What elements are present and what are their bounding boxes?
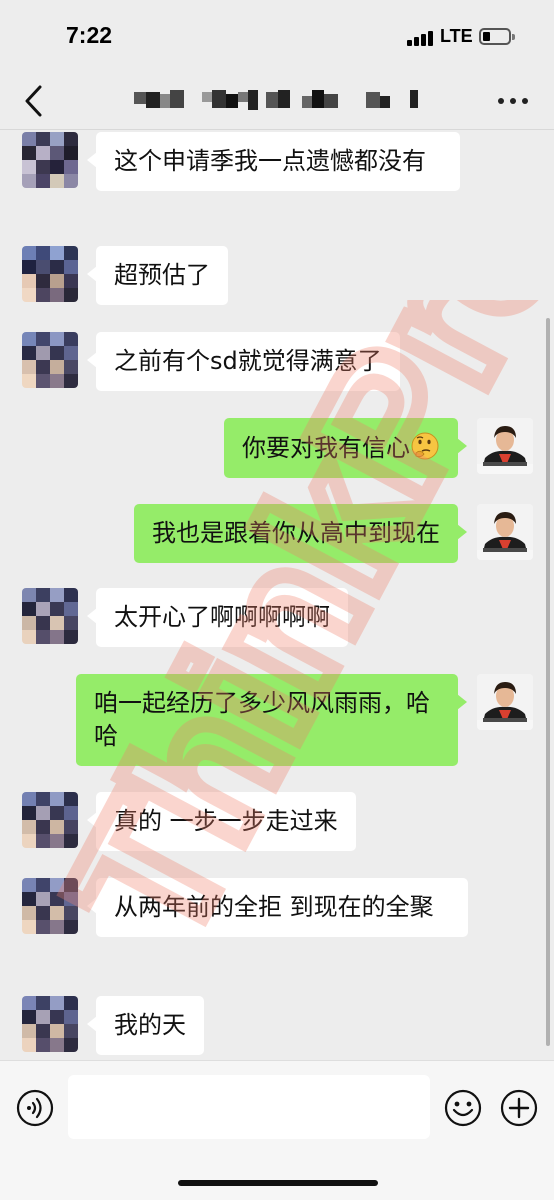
message-bubble[interactable]: 我也是跟着你从高中到现在 (134, 504, 467, 563)
message-bubble[interactable]: 这个申请季我一点遗憾都没有 (87, 132, 460, 191)
message-bubble[interactable]: 从两年前的全拒 到现在的全聚 (87, 878, 468, 937)
message-text: 咱一起经历了多少风风雨雨，哈哈 (94, 689, 430, 750)
message-text: 超预估了 (114, 261, 210, 289)
my-avatar[interactable] (477, 418, 533, 474)
voice-icon[interactable] (16, 1089, 54, 1127)
message-bubble[interactable]: 太开心了啊啊啊啊啊 (87, 588, 348, 647)
contact-avatar[interactable] (22, 996, 78, 1052)
message-input-bar (0, 1060, 554, 1200)
home-indicator[interactable] (178, 1180, 378, 1186)
contact-avatar[interactable] (22, 332, 78, 388)
message-bubble[interactable]: 咱一起经历了多少风风雨雨，哈哈 (76, 674, 467, 766)
message-text: 之前有个sd就觉得满意了 (114, 347, 382, 375)
status-bar: 7:22 LTE (0, 0, 554, 72)
contact-avatar[interactable] (22, 246, 78, 302)
message-bubble[interactable]: 你要对我有信心 (224, 418, 467, 478)
scrollbar[interactable] (546, 318, 550, 1046)
message-text: 太开心了啊啊啊啊啊 (114, 603, 330, 631)
message-bubble[interactable]: 我的天 (87, 996, 204, 1055)
my-avatar[interactable] (477, 504, 533, 560)
status-time: 7:22 (66, 22, 113, 48)
chat-message-list[interactable]: 这个申请季我一点遗憾都没有 超预估了 之前有个sd就觉得满意了 你要对我有信心 (0, 130, 554, 1060)
chat-title-obscured (134, 88, 426, 112)
chat-header (0, 72, 554, 130)
contact-avatar[interactable] (22, 792, 78, 848)
message-bubble[interactable]: 真的 一步一步走过来 (87, 792, 356, 851)
message-bubble[interactable]: 超预估了 (87, 246, 228, 305)
message-text: 你要对我有信心 (242, 434, 410, 462)
chevron-left-icon[interactable] (22, 84, 46, 118)
message-text: 我也是跟着你从高中到现在 (152, 519, 440, 547)
contact-avatar[interactable] (22, 132, 78, 188)
battery-icon (479, 28, 515, 45)
network-label: LTE (440, 26, 473, 46)
thinking-face-icon (411, 432, 439, 460)
message-bubble[interactable]: 之前有个sd就觉得满意了 (87, 332, 400, 391)
smiley-icon[interactable] (444, 1089, 482, 1127)
message-text: 真的 一步一步走过来 (114, 807, 338, 835)
plus-icon[interactable] (500, 1089, 538, 1127)
message-input[interactable] (68, 1075, 430, 1139)
message-text: 我的天 (114, 1011, 186, 1039)
message-text: 从两年前的全拒 到现在的全聚 (114, 893, 434, 921)
more-dots-icon[interactable] (496, 94, 530, 106)
contact-avatar[interactable] (22, 588, 78, 644)
message-text: 这个申请季我一点遗憾都没有 (114, 147, 426, 175)
my-avatar[interactable] (477, 674, 533, 730)
contact-avatar[interactable] (22, 878, 78, 934)
signal-icon (407, 30, 435, 46)
